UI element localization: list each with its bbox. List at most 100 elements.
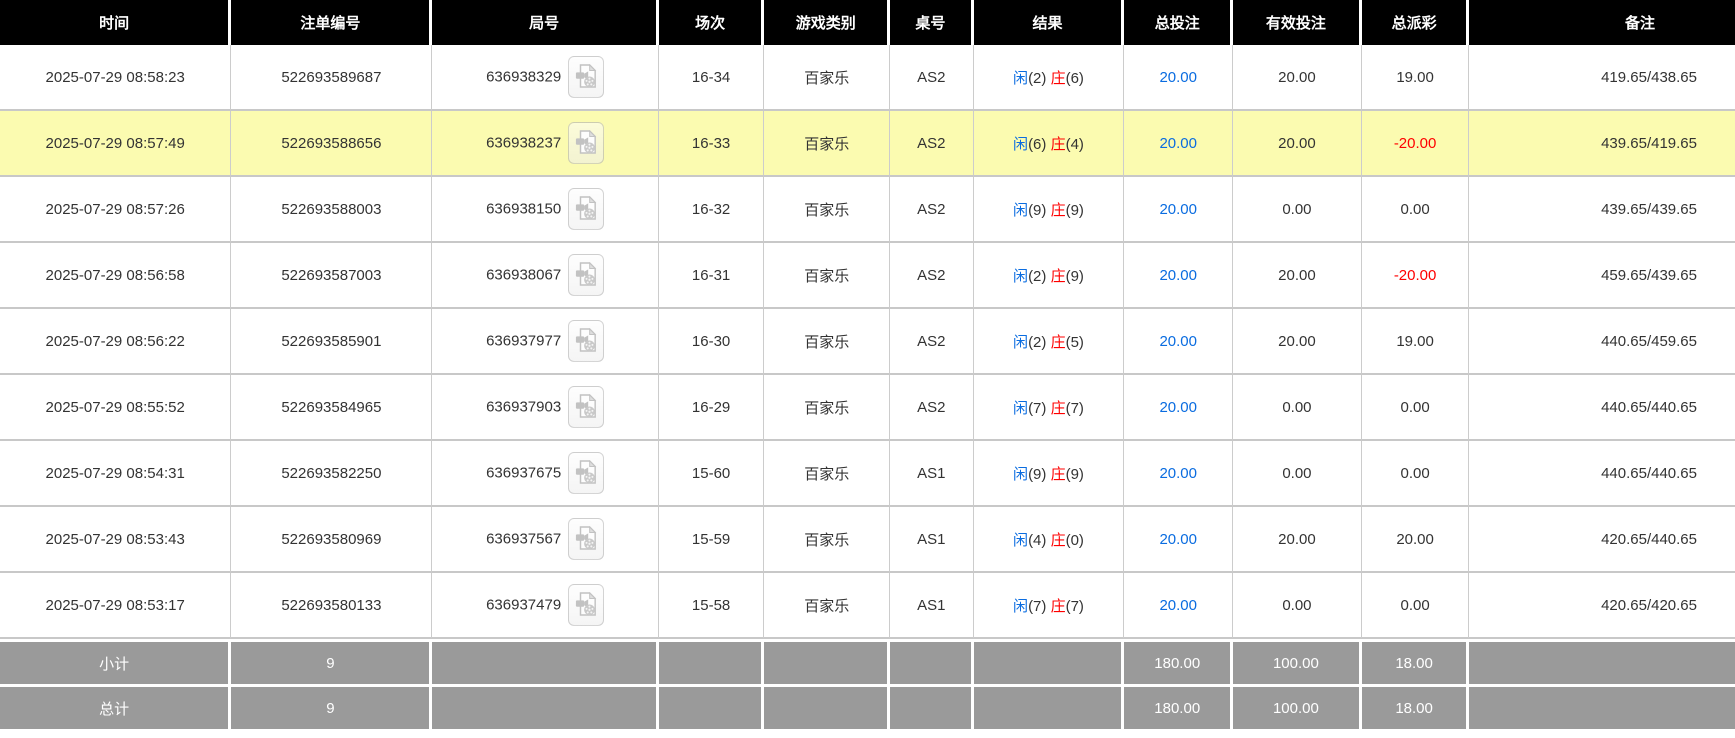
header-cell-total_bet: 总投注 [1124, 0, 1234, 45]
video-file-icon [575, 129, 597, 158]
result-banker-label: 庄 [1050, 597, 1066, 615]
result-banker-score: (9) [1065, 201, 1084, 219]
cell-valid-bet: 0.00 [1233, 573, 1362, 639]
cell-time: 2025-07-29 08:57:49 [0, 111, 232, 177]
cell-time: 2025-07-29 08:53:17 [0, 573, 232, 639]
cell-payout: 0.00 [1361, 573, 1470, 639]
table-row[interactable]: 2025-07-29 08:57:49 522693588656 636938237… [0, 111, 1735, 177]
summary-count: 9 [231, 684, 433, 729]
result-player-label: 闲 [1013, 399, 1029, 417]
summary-empty-table-no [890, 684, 974, 729]
cell-remark: 439.65/439.65 [1469, 177, 1735, 243]
cell-payout: -20.00 [1361, 243, 1470, 309]
cell-result: 闲(9) 庄(9) [973, 441, 1125, 507]
summary-total-bet: 180.00 [1124, 639, 1234, 684]
header-cell-table_no: 桌号 [890, 0, 974, 45]
cell-bet-id: 522693580969 [231, 507, 433, 573]
cell-remark: 420.65/420.65 [1469, 573, 1735, 639]
result-banker-score: (6) [1065, 69, 1084, 87]
video-file-icon [575, 261, 597, 290]
result-banker-label: 庄 [1050, 333, 1066, 351]
video-replay-button[interactable] [568, 386, 605, 428]
cell-payout: 0.00 [1361, 177, 1470, 243]
summary-empty-session [658, 684, 765, 729]
cell-valid-bet: 20.00 [1233, 111, 1362, 177]
cell-total-bet: 20.00 [1124, 177, 1234, 243]
summary-count: 9 [231, 639, 433, 684]
result-player-score: (2) [1028, 267, 1047, 285]
cell-table-no: AS2 [890, 309, 974, 375]
cell-table-no: AS2 [890, 111, 974, 177]
result-banker-label: 庄 [1050, 399, 1066, 417]
result-player-label: 闲 [1013, 597, 1029, 615]
video-file-icon [575, 195, 597, 224]
summary-payout: 18.00 [1361, 684, 1470, 729]
summary-empty-round [432, 639, 659, 684]
cell-total-bet: 20.00 [1124, 243, 1234, 309]
summary-label: 总计 [0, 684, 232, 729]
video-replay-button[interactable] [568, 584, 605, 626]
table-row[interactable]: 2025-07-29 08:54:31 522693582250 636937675… [0, 441, 1735, 507]
video-replay-button[interactable] [568, 518, 605, 560]
cell-valid-bet: 20.00 [1233, 507, 1362, 573]
cell-session: 16-32 [658, 177, 765, 243]
video-replay-button[interactable] [568, 452, 605, 494]
cell-session: 16-29 [658, 375, 765, 441]
summary-label: 小计 [0, 639, 232, 684]
result-player-label: 闲 [1013, 267, 1029, 285]
result-banker-score: (5) [1065, 333, 1084, 351]
cell-session: 16-34 [658, 45, 765, 111]
video-replay-button[interactable] [568, 254, 605, 296]
cell-round-no: 636937903 [432, 375, 659, 441]
cell-round-no: 636937977 [432, 309, 659, 375]
cell-round-no: 636938329 [432, 45, 659, 111]
cell-session: 15-60 [658, 441, 765, 507]
table-row[interactable]: 2025-07-29 08:55:52 522693584965 636937903… [0, 375, 1735, 441]
video-file-icon [575, 393, 597, 422]
round-number: 636937567 [486, 530, 562, 548]
cell-remark: 419.65/438.65 [1469, 45, 1735, 111]
video-replay-button[interactable] [568, 56, 605, 98]
cell-valid-bet: 0.00 [1233, 177, 1362, 243]
table-row[interactable]: 2025-07-29 08:56:22 522693585901 636937977… [0, 309, 1735, 375]
cell-result: 闲(6) 庄(4) [973, 111, 1125, 177]
summary-empty-game-type [764, 639, 891, 684]
cell-game-type: 百家乐 [764, 45, 891, 111]
table-row[interactable]: 2025-07-29 08:53:17 522693580133 636937479… [0, 573, 1735, 639]
cell-bet-id: 522693588003 [231, 177, 433, 243]
table-row[interactable]: 2025-07-29 08:57:26 522693588003 636938150… [0, 177, 1735, 243]
cell-table-no: AS2 [890, 243, 974, 309]
result-player-label: 闲 [1013, 333, 1029, 351]
result-player-label: 闲 [1013, 201, 1029, 219]
cell-game-type: 百家乐 [764, 111, 891, 177]
summary-empty-round [432, 684, 659, 729]
cell-result: 闲(2) 庄(5) [973, 309, 1125, 375]
video-replay-button[interactable] [568, 122, 605, 164]
result-player-score: (6) [1028, 135, 1047, 153]
video-replay-button[interactable] [568, 320, 605, 362]
table-row[interactable]: 2025-07-29 08:58:23 522693589687 636938329… [0, 45, 1735, 111]
result-player-score: (2) [1028, 69, 1047, 87]
summary-valid-bet: 100.00 [1233, 684, 1362, 729]
round-number: 636938067 [486, 266, 562, 284]
result-banker-label: 庄 [1050, 267, 1066, 285]
table-row[interactable]: 2025-07-29 08:53:43 522693580969 636937567… [0, 507, 1735, 573]
cell-total-bet: 20.00 [1124, 441, 1234, 507]
video-replay-button[interactable] [568, 188, 605, 230]
result-player-label: 闲 [1013, 465, 1029, 483]
cell-table-no: AS1 [890, 573, 974, 639]
summary-row: 总计 9 180.00 100.00 18.00 [0, 684, 1735, 729]
video-file-icon [575, 591, 597, 620]
cell-result: 闲(9) 庄(9) [973, 177, 1125, 243]
table-row[interactable]: 2025-07-29 08:56:58 522693587003 636938067… [0, 243, 1735, 309]
result-player-score: (7) [1028, 597, 1047, 615]
header-cell-time: 时间 [0, 0, 232, 45]
result-player-score: (7) [1028, 399, 1047, 417]
cell-result: 闲(4) 庄(0) [973, 507, 1125, 573]
result-player-label: 闲 [1013, 135, 1029, 153]
cell-valid-bet: 20.00 [1233, 309, 1362, 375]
cell-time: 2025-07-29 08:56:58 [0, 243, 232, 309]
cell-game-type: 百家乐 [764, 375, 891, 441]
summary-empty-session [658, 639, 765, 684]
round-number: 636937903 [486, 398, 562, 416]
